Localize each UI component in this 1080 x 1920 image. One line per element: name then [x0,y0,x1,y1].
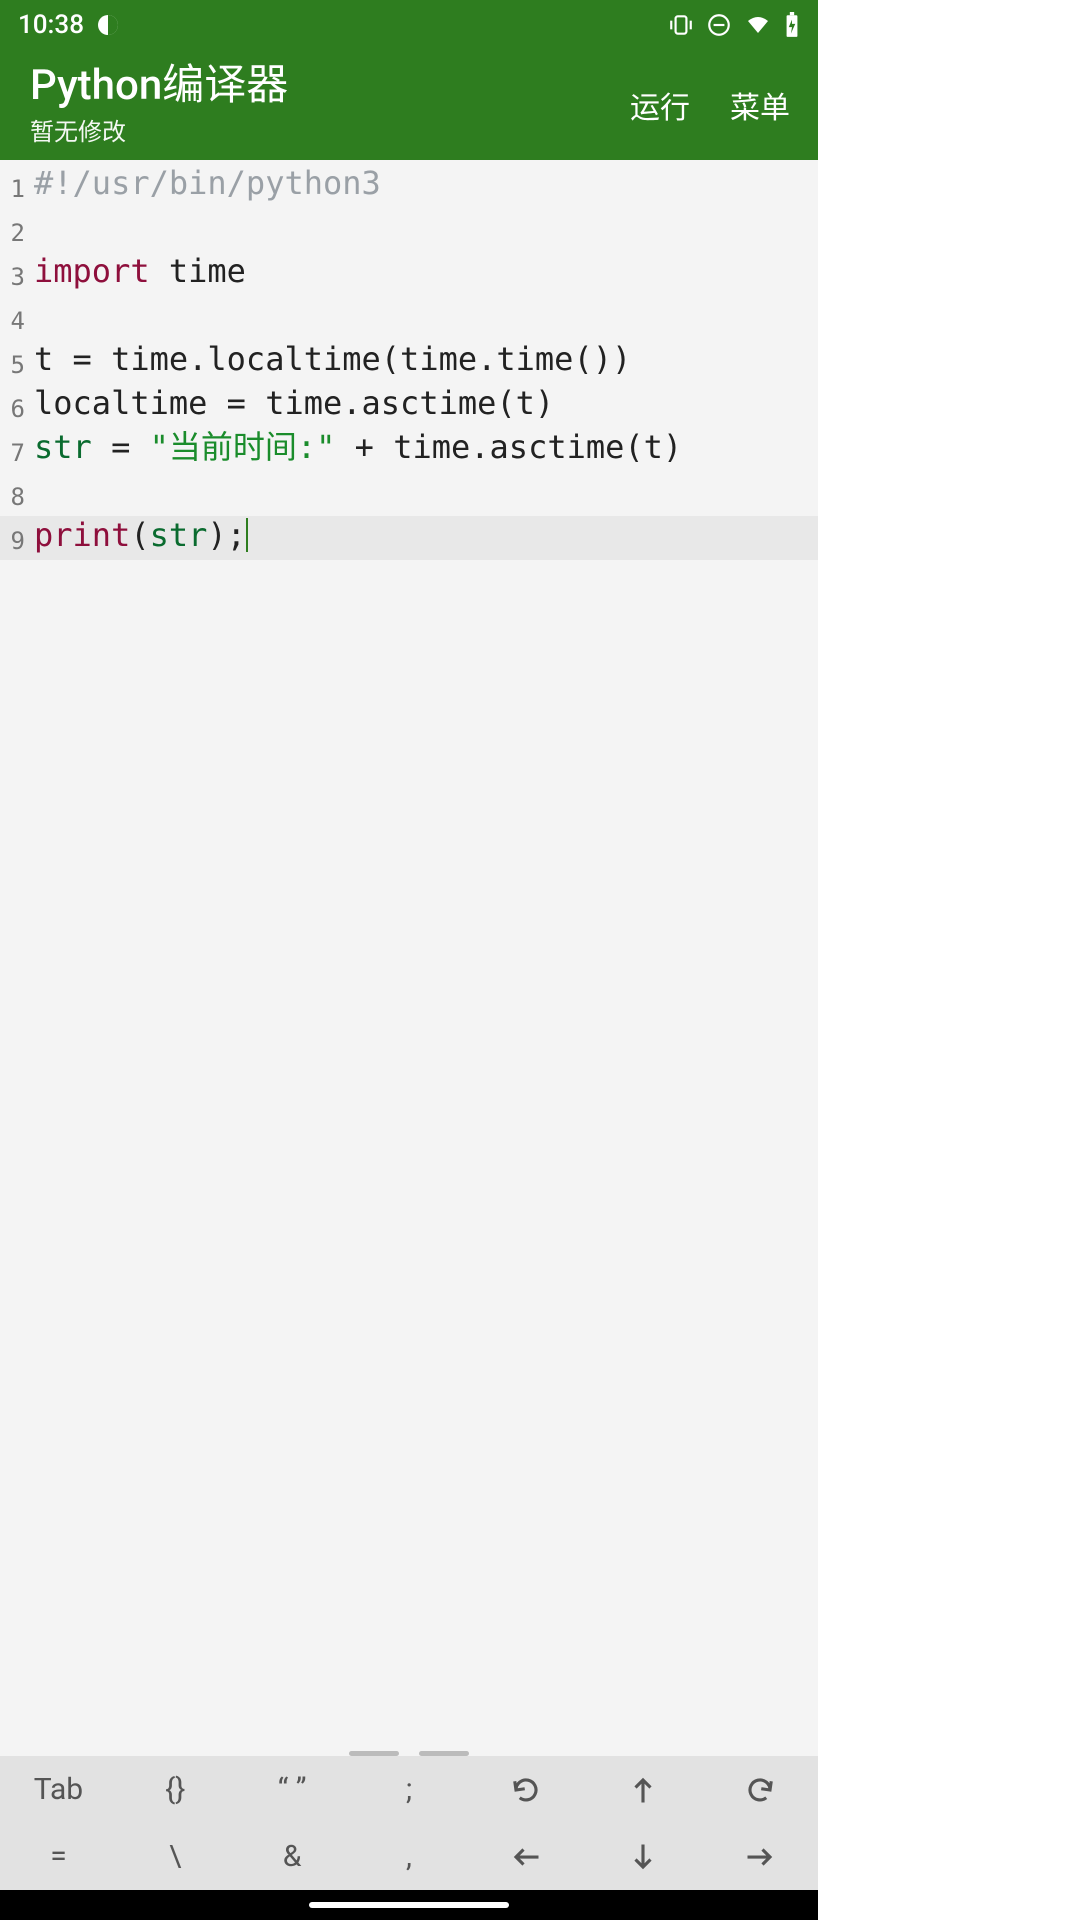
key-quotes[interactable]: “ ” [234,1756,351,1823]
key-redo[interactable] [701,1756,818,1823]
key-left[interactable] [467,1823,584,1890]
editor-line[interactable]: 1#!/usr/bin/python3 [0,164,818,208]
line-number: 1 [0,164,30,208]
menu-button[interactable]: 菜单 [730,83,790,127]
app-title: Python编译器 [30,63,630,109]
line-number: 5 [0,340,30,384]
line-number: 2 [0,208,30,252]
code-content[interactable] [30,296,34,340]
code-content[interactable]: t = time.localtime(time.time()) [30,340,631,384]
code-editor[interactable]: 1#!/usr/bin/python323import time45t = ti… [0,160,818,1756]
editor-line[interactable]: 3import time [0,252,818,296]
vibrate-icon [668,12,694,38]
text-cursor [246,518,248,552]
line-number: 4 [0,296,30,340]
status-time: 10:38 [18,10,84,40]
key-semicolon[interactable]: ; [351,1756,468,1823]
editor-line[interactable]: 5t = time.localtime(time.time()) [0,340,818,384]
key-tab[interactable]: Tab [0,1756,117,1823]
code-content[interactable]: import time [30,252,246,296]
editor-line[interactable]: 6localtime = time.asctime(t) [0,384,818,428]
key-down[interactable] [584,1823,701,1890]
key-braces[interactable]: {} [117,1756,234,1823]
battery-icon [784,12,800,38]
key-comma[interactable]: , [351,1823,468,1890]
key-backslash[interactable]: \ [117,1823,234,1890]
app-subtitle: 暂无修改 [30,112,630,147]
code-content[interactable]: localtime = time.asctime(t) [30,384,554,428]
editor-line[interactable]: 7str = "当前时间:" + time.asctime(t) [0,428,818,472]
code-content[interactable]: print(str); [30,516,248,560]
key-ampersand[interactable]: & [234,1823,351,1890]
run-button[interactable]: 运行 [630,83,690,127]
status-app-icon [96,13,120,37]
code-content[interactable]: str = "当前时间:" + time.asctime(t) [30,428,682,472]
editor-line[interactable]: 9print(str); [0,516,818,560]
line-number: 9 [0,516,30,560]
editor-line[interactable]: 4 [0,296,818,340]
key-undo[interactable] [467,1756,584,1823]
system-navbar[interactable] [0,1890,818,1920]
code-content[interactable] [30,472,34,516]
toolbar-drag-handle[interactable] [349,1751,469,1756]
key-equals[interactable]: = [0,1823,117,1890]
dnd-icon [706,12,732,38]
key-right[interactable] [701,1823,818,1890]
line-number: 3 [0,252,30,296]
key-up[interactable] [584,1756,701,1823]
line-number: 6 [0,384,30,428]
editor-line[interactable]: 2 [0,208,818,252]
line-number: 7 [0,428,30,472]
line-number: 8 [0,472,30,516]
wifi-icon [744,13,772,37]
home-indicator[interactable] [309,1902,509,1908]
code-content[interactable]: #!/usr/bin/python3 [30,164,381,208]
code-content[interactable] [30,208,34,252]
app-bar: Python编译器 暂无修改 运行 菜单 [0,50,818,160]
status-bar: 10:38 [0,0,818,50]
keyboard-toolbar: Tab {} “ ” ; = \ & , [0,1756,818,1890]
editor-line[interactable]: 8 [0,472,818,516]
